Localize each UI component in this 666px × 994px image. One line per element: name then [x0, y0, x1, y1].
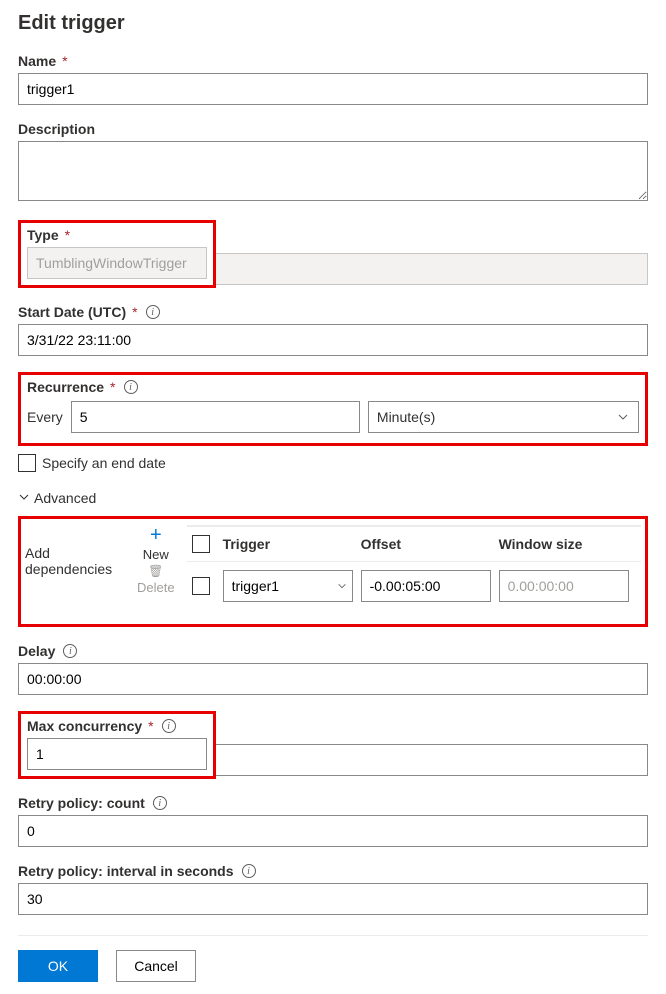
dependency-trigger-select[interactable]: [223, 570, 353, 602]
info-icon[interactable]: i: [124, 380, 138, 394]
trash-icon: 🗑: [148, 564, 163, 578]
recurrence-unit-value: Minute(s): [377, 409, 435, 425]
info-icon[interactable]: i: [63, 644, 77, 658]
required-indicator: *: [148, 718, 153, 734]
max-concurrency-input[interactable]: [27, 738, 207, 770]
new-dependency-button[interactable]: New: [143, 547, 169, 562]
recurrence-value-input[interactable]: [71, 401, 360, 433]
start-date-input[interactable]: [18, 324, 648, 356]
cancel-button[interactable]: Cancel: [116, 950, 196, 982]
row-checkbox[interactable]: [192, 577, 210, 595]
delay-input[interactable]: [18, 663, 648, 695]
name-input[interactable]: [18, 73, 648, 105]
required-indicator: *: [65, 227, 70, 243]
select-all-checkbox[interactable]: [192, 535, 210, 553]
required-indicator: *: [132, 304, 137, 320]
retry-interval-input[interactable]: [18, 883, 648, 915]
recurrence-unit-select[interactable]: Minute(s): [368, 401, 639, 433]
advanced-toggle[interactable]: Advanced: [18, 490, 648, 506]
info-icon[interactable]: i: [153, 796, 167, 810]
specify-end-date-checkbox[interactable]: [18, 454, 36, 472]
required-indicator: *: [62, 53, 67, 69]
delete-dependency-button[interactable]: Delete: [137, 580, 175, 595]
description-textarea[interactable]: [18, 141, 648, 201]
info-icon[interactable]: i: [242, 864, 256, 878]
chevron-down-icon: [18, 490, 30, 506]
dependency-row: [187, 562, 641, 610]
recurrence-label: Recurrence: [27, 379, 104, 395]
type-input: [27, 247, 207, 279]
retry-interval-label: Retry policy: interval in seconds: [18, 863, 234, 879]
offset-column-header: Offset: [361, 536, 491, 552]
start-date-label: Start Date (UTC): [18, 304, 126, 320]
description-label: Description: [18, 121, 95, 137]
ok-button[interactable]: OK: [18, 950, 98, 982]
plus-icon[interactable]: +: [150, 525, 162, 545]
dependency-window-size-input[interactable]: [499, 570, 629, 602]
max-concurrency-label: Max concurrency: [27, 718, 142, 734]
dependency-trigger-value[interactable]: [223, 570, 353, 602]
required-indicator: *: [110, 379, 115, 395]
dependency-offset-input[interactable]: [361, 570, 491, 602]
add-dependencies-label: Add dependencies: [25, 525, 125, 577]
trigger-column-header: Trigger: [223, 536, 353, 552]
info-icon[interactable]: i: [162, 719, 176, 733]
name-label: Name: [18, 53, 56, 69]
page-title: Edit trigger: [18, 12, 648, 35]
delay-label: Delay: [18, 643, 55, 659]
window-size-column-header: Window size: [499, 536, 629, 552]
advanced-label: Advanced: [34, 490, 96, 506]
every-label: Every: [27, 409, 63, 425]
info-icon[interactable]: i: [146, 305, 160, 319]
specify-end-date-label: Specify an end date: [42, 455, 166, 471]
retry-count-label: Retry policy: count: [18, 795, 145, 811]
type-label: Type: [27, 227, 59, 243]
retry-count-input[interactable]: [18, 815, 648, 847]
chevron-down-icon: [337, 578, 347, 594]
